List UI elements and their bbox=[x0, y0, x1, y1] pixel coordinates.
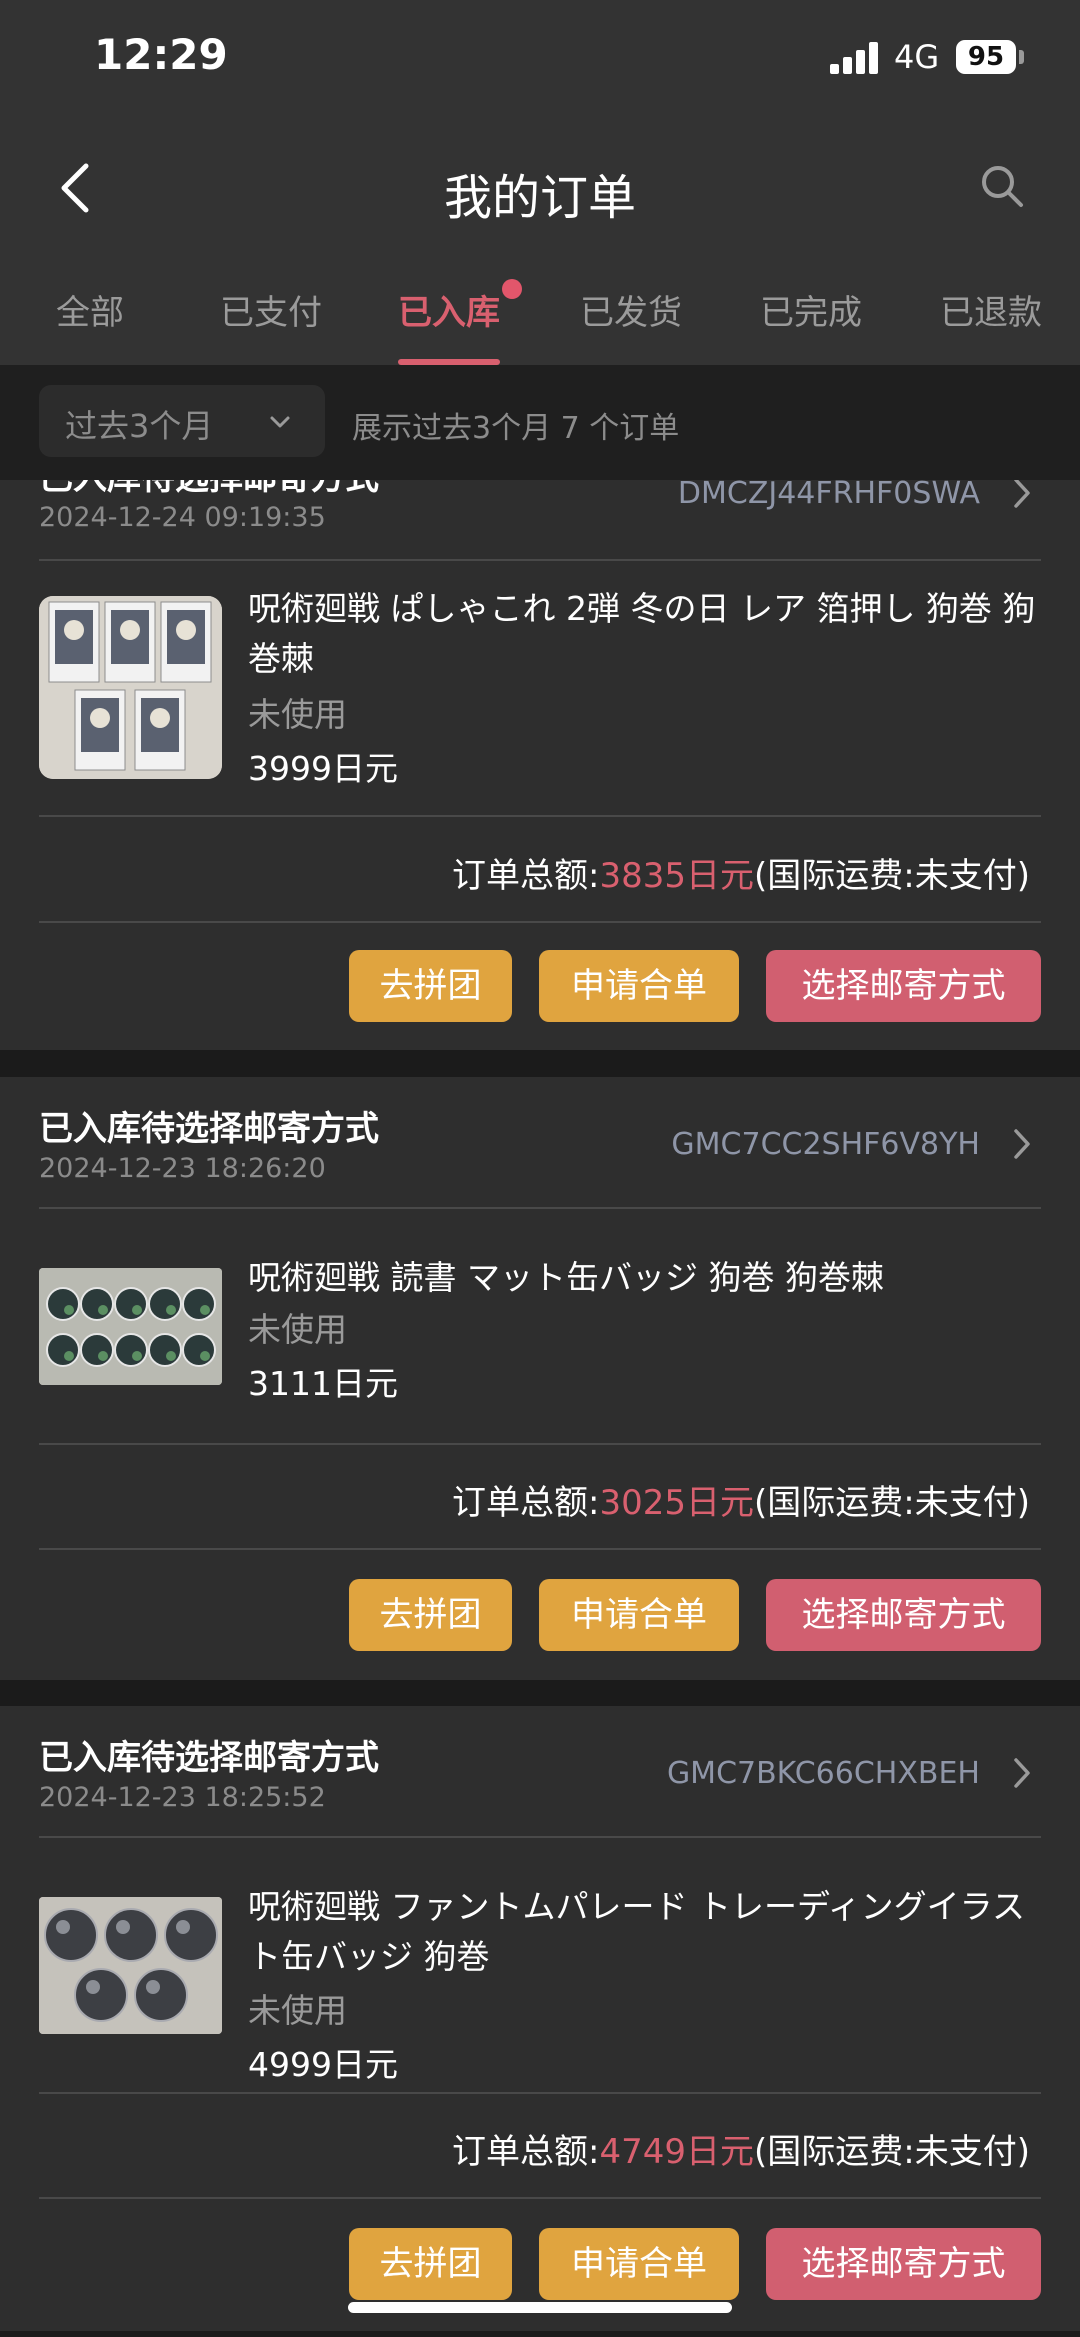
period-label: 过去3个月 bbox=[65, 407, 214, 445]
choose-shipping-button[interactable]: 选择邮寄方式 bbox=[766, 1579, 1041, 1651]
divider bbox=[39, 1836, 1041, 1838]
total-amount: 4749日元 bbox=[599, 2132, 755, 2172]
total-amount: 3025日元 bbox=[599, 1483, 755, 1523]
divider bbox=[39, 1443, 1041, 1445]
tab-in-warehouse[interactable]: 已入库 bbox=[398, 285, 500, 334]
chevron-down-icon bbox=[270, 416, 290, 428]
badge-set-image bbox=[39, 1268, 222, 1385]
product-title: 呪術廻戦 ぱしゃこれ 2弾 冬の日 レア 箔押し 狗巻 狗巻棘 bbox=[248, 589, 1036, 678]
divider bbox=[39, 559, 1041, 561]
product-price: 3111日元 bbox=[248, 1364, 398, 1403]
product-thumbnail[interactable] bbox=[39, 596, 222, 779]
chevron-right-icon[interactable] bbox=[1010, 476, 1034, 510]
order-status: 已入库待选择邮寄方式 bbox=[39, 1738, 379, 1778]
tab-all[interactable]: 全部 bbox=[56, 285, 124, 334]
search-icon[interactable] bbox=[978, 162, 1026, 210]
product-price: 4999日元 bbox=[248, 2045, 398, 2084]
home-indicator bbox=[348, 2302, 732, 2313]
divider bbox=[39, 1207, 1041, 1209]
tab-refunded[interactable]: 已退款 bbox=[940, 285, 1042, 334]
product-condition: 未使用 bbox=[248, 695, 347, 734]
total-label: 订单总额: bbox=[452, 856, 600, 896]
badge-bags-image bbox=[39, 1897, 222, 2034]
order-card[interactable]: 已入库待选择邮寄方式 2024-12-23 18:26:20 GMC7CC2SH… bbox=[0, 1077, 1080, 1680]
status-time: 12:29 bbox=[94, 30, 228, 79]
battery-tip bbox=[1019, 50, 1024, 64]
order-total: 订单总额:3025日元(国际运费:未支付) bbox=[452, 1475, 1030, 1524]
card-photos-image bbox=[39, 596, 222, 779]
order-tabs: 全部 已支付 已入库 已发货 已完成 已退款 bbox=[0, 255, 1080, 365]
divider bbox=[39, 2197, 1041, 2199]
order-card[interactable]: 已入库待选择邮寄方式 2024-12-24 09:19:35 DMCZJ44FR… bbox=[0, 420, 1080, 1050]
filter-bar: 过去3个月 展示过去3个月 7 个订单 bbox=[0, 365, 1080, 480]
status-bar: 12:29 4G 95 bbox=[0, 0, 1080, 120]
group-buy-button[interactable]: 去拼团 bbox=[349, 950, 512, 1022]
total-label: 订单总额: bbox=[452, 1483, 600, 1523]
product-title: 呪術廻戦 読書 マット缶バッジ 狗巻 狗巻棘 bbox=[248, 1258, 884, 1297]
order-card[interactable]: 已入库待选择邮寄方式 2024-12-23 18:25:52 GMC7BKC66… bbox=[0, 1706, 1080, 2331]
group-buy-button[interactable]: 去拼团 bbox=[349, 2228, 512, 2300]
divider bbox=[39, 2092, 1041, 2094]
merge-order-button[interactable]: 申请合单 bbox=[539, 950, 739, 1022]
period-dropdown[interactable]: 过去3个月 bbox=[39, 385, 325, 457]
battery-icon: 95 bbox=[956, 40, 1016, 74]
page-title: 我的订单 bbox=[443, 170, 636, 226]
product-price: 3999日元 bbox=[248, 749, 398, 788]
chevron-right-icon[interactable] bbox=[1010, 1756, 1034, 1790]
order-id[interactable]: GMC7CC2SHF6V8YH bbox=[671, 1127, 980, 1162]
tab-shipped[interactable]: 已发货 bbox=[580, 285, 682, 334]
chevron-right-icon[interactable] bbox=[1010, 1127, 1034, 1161]
nav-bar: 我的订单 bbox=[0, 120, 1080, 255]
total-label: 订单总额: bbox=[452, 2132, 600, 2172]
signal-icon bbox=[830, 42, 880, 74]
order-total: 订单总额:3835日元(国际运费:未支付) bbox=[452, 848, 1030, 897]
merge-order-button[interactable]: 申请合单 bbox=[539, 1579, 739, 1651]
order-count-summary: 展示过去3个月 7 个订单 bbox=[352, 411, 680, 446]
group-buy-button[interactable]: 去拼团 bbox=[349, 1579, 512, 1651]
shipping-note: (国际运费:未支付) bbox=[754, 2132, 1030, 2172]
product-thumbnail[interactable] bbox=[39, 1268, 222, 1385]
product-condition: 未使用 bbox=[248, 1991, 347, 2030]
choose-shipping-button[interactable]: 选择邮寄方式 bbox=[766, 2228, 1041, 2300]
divider bbox=[39, 1548, 1041, 1550]
order-date: 2024-12-24 09:19:35 bbox=[39, 502, 326, 533]
product-condition: 未使用 bbox=[248, 1310, 347, 1349]
network-type: 4G bbox=[894, 38, 940, 76]
notification-dot bbox=[502, 279, 522, 299]
product-thumbnail[interactable] bbox=[39, 1897, 222, 2034]
order-id[interactable]: DMCZJ44FRHF0SWA bbox=[678, 476, 980, 511]
tab-paid[interactable]: 已支付 bbox=[220, 285, 322, 334]
divider bbox=[39, 921, 1041, 923]
shipping-note: (国际运费:未支付) bbox=[754, 856, 1030, 896]
order-total: 订单总额:4749日元(国际运费:未支付) bbox=[452, 2124, 1030, 2173]
merge-order-button[interactable]: 申请合单 bbox=[539, 2228, 739, 2300]
order-id[interactable]: GMC7BKC66CHXBEH bbox=[667, 1756, 980, 1791]
order-date: 2024-12-23 18:25:52 bbox=[39, 1782, 326, 1813]
product-title: 呪術廻戦 ファントムパレード トレーディングイラスト缶バッジ 狗巻 bbox=[248, 1887, 1026, 1976]
order-date: 2024-12-23 18:26:20 bbox=[39, 1153, 326, 1184]
divider bbox=[39, 815, 1041, 817]
total-amount: 3835日元 bbox=[599, 856, 755, 896]
order-status: 已入库待选择邮寄方式 bbox=[39, 1109, 379, 1149]
shipping-note: (国际运费:未支付) bbox=[754, 1483, 1030, 1523]
tab-completed[interactable]: 已完成 bbox=[760, 285, 862, 334]
choose-shipping-button[interactable]: 选择邮寄方式 bbox=[766, 950, 1041, 1022]
